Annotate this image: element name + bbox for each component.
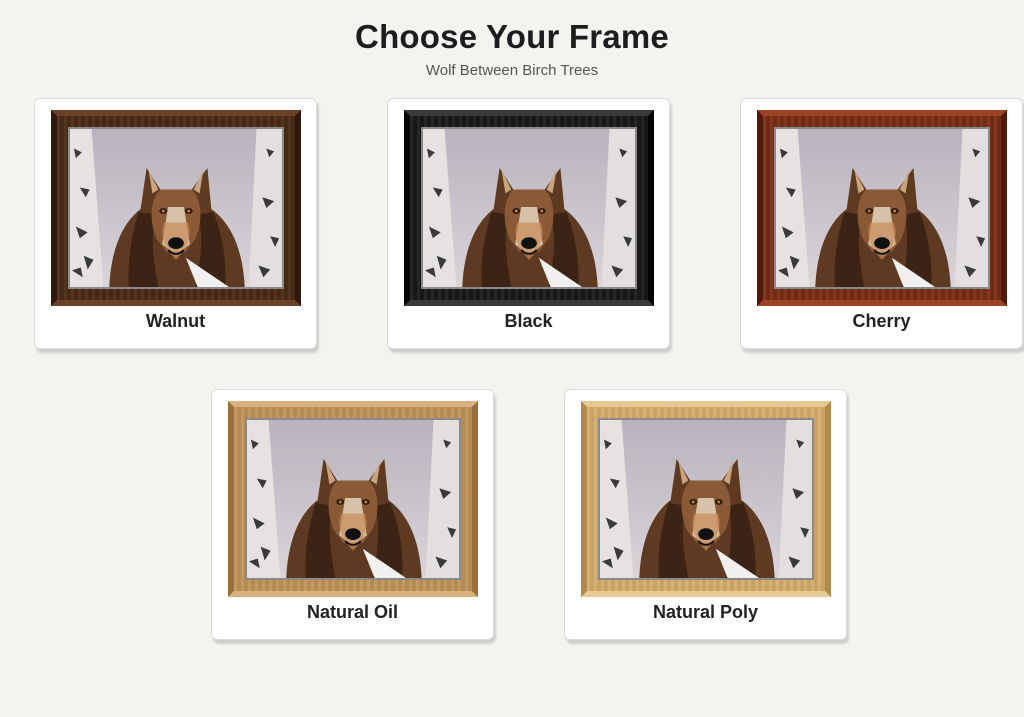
frame-preview — [404, 110, 654, 306]
frame-option-label: Black — [504, 311, 553, 331]
frame-option-natural-oil[interactable]: Natural Oil — [211, 389, 494, 640]
page-title: Choose Your Frame — [355, 18, 669, 55]
wolf-artwork-image — [774, 127, 990, 289]
frame-option-cherry[interactable]: Cherry — [740, 98, 1023, 349]
frame-option-label: Natural Oil — [306, 602, 399, 622]
frame-option-walnut[interactable]: Walnut — [34, 98, 317, 349]
frame-option-natural-poly[interactable]: Natural Poly — [564, 389, 847, 640]
wolf-artwork-image — [68, 127, 284, 289]
frame-preview — [581, 401, 831, 597]
frame-preview — [228, 401, 478, 597]
frame-option-label: Cherry — [852, 311, 911, 331]
wolf-artwork-image — [245, 418, 461, 580]
page-subtitle: Wolf Between Birch Trees — [425, 62, 599, 79]
frame-preview — [757, 110, 1007, 306]
page-header: Choose Your Frame Wolf Between Birch Tre… — [0, 0, 1024, 79]
frame-preview — [51, 110, 301, 306]
frame-option-label: Walnut — [145, 311, 206, 331]
wolf-artwork-image — [421, 127, 637, 289]
frame-option-black[interactable]: Black — [387, 98, 670, 349]
wolf-artwork-image — [598, 418, 814, 580]
frame-option-label: Natural Poly — [652, 602, 759, 622]
